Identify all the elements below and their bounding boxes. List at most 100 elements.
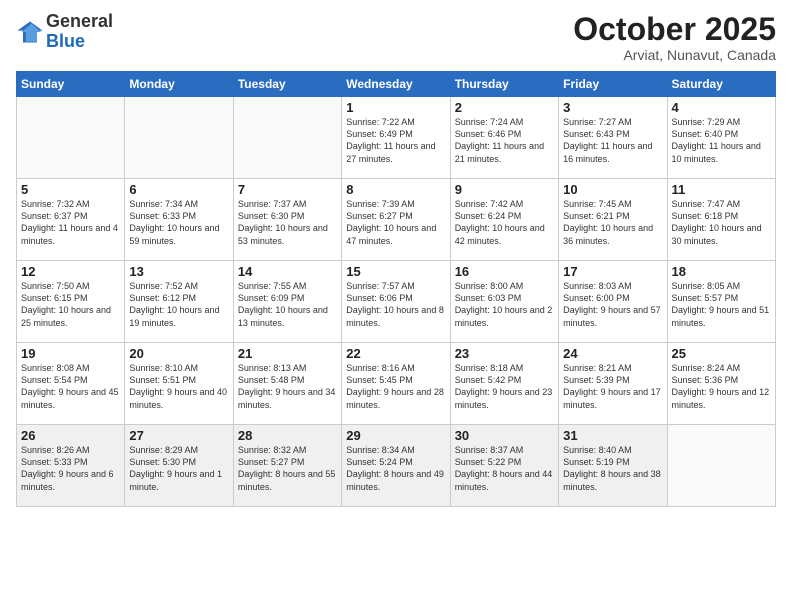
- day-number: 22: [346, 346, 445, 361]
- day-info: Sunrise: 8:10 AM Sunset: 5:51 PM Dayligh…: [129, 362, 228, 411]
- table-row: [233, 97, 341, 179]
- day-number: 18: [672, 264, 771, 279]
- table-row: 26Sunrise: 8:26 AM Sunset: 5:33 PM Dayli…: [17, 425, 125, 507]
- day-info: Sunrise: 8:18 AM Sunset: 5:42 PM Dayligh…: [455, 362, 554, 411]
- day-info: Sunrise: 7:47 AM Sunset: 6:18 PM Dayligh…: [672, 198, 771, 247]
- calendar-week-1: 1Sunrise: 7:22 AM Sunset: 6:49 PM Daylig…: [17, 97, 776, 179]
- day-number: 26: [21, 428, 120, 443]
- day-info: Sunrise: 8:24 AM Sunset: 5:36 PM Dayligh…: [672, 362, 771, 411]
- day-number: 20: [129, 346, 228, 361]
- day-number: 10: [563, 182, 662, 197]
- logo: General Blue: [16, 12, 113, 52]
- table-row: 28Sunrise: 8:32 AM Sunset: 5:27 PM Dayli…: [233, 425, 341, 507]
- day-number: 29: [346, 428, 445, 443]
- day-number: 23: [455, 346, 554, 361]
- month-title: October 2025: [573, 12, 776, 47]
- day-info: Sunrise: 8:40 AM Sunset: 5:19 PM Dayligh…: [563, 444, 662, 493]
- day-info: Sunrise: 8:08 AM Sunset: 5:54 PM Dayligh…: [21, 362, 120, 411]
- table-row: [125, 97, 233, 179]
- day-number: 4: [672, 100, 771, 115]
- day-number: 1: [346, 100, 445, 115]
- day-info: Sunrise: 8:29 AM Sunset: 5:30 PM Dayligh…: [129, 444, 228, 493]
- logo-general-text: General: [46, 12, 113, 32]
- table-row: 15Sunrise: 7:57 AM Sunset: 6:06 PM Dayli…: [342, 261, 450, 343]
- table-row: 24Sunrise: 8:21 AM Sunset: 5:39 PM Dayli…: [559, 343, 667, 425]
- day-info: Sunrise: 8:05 AM Sunset: 5:57 PM Dayligh…: [672, 280, 771, 329]
- table-row: 25Sunrise: 8:24 AM Sunset: 5:36 PM Dayli…: [667, 343, 775, 425]
- col-tuesday: Tuesday: [233, 72, 341, 97]
- day-info: Sunrise: 8:21 AM Sunset: 5:39 PM Dayligh…: [563, 362, 662, 411]
- day-info: Sunrise: 7:57 AM Sunset: 6:06 PM Dayligh…: [346, 280, 445, 329]
- calendar-week-3: 12Sunrise: 7:50 AM Sunset: 6:15 PM Dayli…: [17, 261, 776, 343]
- col-saturday: Saturday: [667, 72, 775, 97]
- table-row: 11Sunrise: 7:47 AM Sunset: 6:18 PM Dayli…: [667, 179, 775, 261]
- table-row: 19Sunrise: 8:08 AM Sunset: 5:54 PM Dayli…: [17, 343, 125, 425]
- day-number: 24: [563, 346, 662, 361]
- table-row: 2Sunrise: 7:24 AM Sunset: 6:46 PM Daylig…: [450, 97, 558, 179]
- day-info: Sunrise: 7:39 AM Sunset: 6:27 PM Dayligh…: [346, 198, 445, 247]
- table-row: 13Sunrise: 7:52 AM Sunset: 6:12 PM Dayli…: [125, 261, 233, 343]
- day-info: Sunrise: 7:27 AM Sunset: 6:43 PM Dayligh…: [563, 116, 662, 165]
- day-info: Sunrise: 7:32 AM Sunset: 6:37 PM Dayligh…: [21, 198, 120, 247]
- table-row: 5Sunrise: 7:32 AM Sunset: 6:37 PM Daylig…: [17, 179, 125, 261]
- table-row: 3Sunrise: 7:27 AM Sunset: 6:43 PM Daylig…: [559, 97, 667, 179]
- day-info: Sunrise: 7:42 AM Sunset: 6:24 PM Dayligh…: [455, 198, 554, 247]
- day-info: Sunrise: 7:37 AM Sunset: 6:30 PM Dayligh…: [238, 198, 337, 247]
- day-number: 14: [238, 264, 337, 279]
- day-number: 30: [455, 428, 554, 443]
- day-number: 5: [21, 182, 120, 197]
- day-number: 16: [455, 264, 554, 279]
- table-row: 7Sunrise: 7:37 AM Sunset: 6:30 PM Daylig…: [233, 179, 341, 261]
- table-row: 10Sunrise: 7:45 AM Sunset: 6:21 PM Dayli…: [559, 179, 667, 261]
- day-info: Sunrise: 8:32 AM Sunset: 5:27 PM Dayligh…: [238, 444, 337, 493]
- col-wednesday: Wednesday: [342, 72, 450, 97]
- table-row: 4Sunrise: 7:29 AM Sunset: 6:40 PM Daylig…: [667, 97, 775, 179]
- calendar-week-4: 19Sunrise: 8:08 AM Sunset: 5:54 PM Dayli…: [17, 343, 776, 425]
- table-row: 1Sunrise: 7:22 AM Sunset: 6:49 PM Daylig…: [342, 97, 450, 179]
- calendar-week-2: 5Sunrise: 7:32 AM Sunset: 6:37 PM Daylig…: [17, 179, 776, 261]
- day-info: Sunrise: 8:13 AM Sunset: 5:48 PM Dayligh…: [238, 362, 337, 411]
- day-info: Sunrise: 7:52 AM Sunset: 6:12 PM Dayligh…: [129, 280, 228, 329]
- day-number: 7: [238, 182, 337, 197]
- day-number: 21: [238, 346, 337, 361]
- title-block: October 2025 Arviat, Nunavut, Canada: [573, 12, 776, 63]
- day-info: Sunrise: 7:34 AM Sunset: 6:33 PM Dayligh…: [129, 198, 228, 247]
- table-row: 6Sunrise: 7:34 AM Sunset: 6:33 PM Daylig…: [125, 179, 233, 261]
- day-number: 31: [563, 428, 662, 443]
- day-number: 11: [672, 182, 771, 197]
- day-info: Sunrise: 8:37 AM Sunset: 5:22 PM Dayligh…: [455, 444, 554, 493]
- logo-blue-text: Blue: [46, 32, 113, 52]
- col-monday: Monday: [125, 72, 233, 97]
- table-row: 27Sunrise: 8:29 AM Sunset: 5:30 PM Dayli…: [125, 425, 233, 507]
- logo-icon: [16, 18, 44, 46]
- day-info: Sunrise: 7:55 AM Sunset: 6:09 PM Dayligh…: [238, 280, 337, 329]
- day-info: Sunrise: 7:24 AM Sunset: 6:46 PM Dayligh…: [455, 116, 554, 165]
- table-row: [667, 425, 775, 507]
- day-number: 25: [672, 346, 771, 361]
- day-number: 9: [455, 182, 554, 197]
- table-row: 14Sunrise: 7:55 AM Sunset: 6:09 PM Dayli…: [233, 261, 341, 343]
- day-info: Sunrise: 7:22 AM Sunset: 6:49 PM Dayligh…: [346, 116, 445, 165]
- calendar-week-5: 26Sunrise: 8:26 AM Sunset: 5:33 PM Dayli…: [17, 425, 776, 507]
- day-number: 28: [238, 428, 337, 443]
- col-thursday: Thursday: [450, 72, 558, 97]
- table-row: 18Sunrise: 8:05 AM Sunset: 5:57 PM Dayli…: [667, 261, 775, 343]
- table-row: 30Sunrise: 8:37 AM Sunset: 5:22 PM Dayli…: [450, 425, 558, 507]
- day-number: 6: [129, 182, 228, 197]
- table-row: [17, 97, 125, 179]
- header: General Blue October 2025 Arviat, Nunavu…: [16, 12, 776, 63]
- logo-text: General Blue: [46, 12, 113, 52]
- table-row: 16Sunrise: 8:00 AM Sunset: 6:03 PM Dayli…: [450, 261, 558, 343]
- table-row: 29Sunrise: 8:34 AM Sunset: 5:24 PM Dayli…: [342, 425, 450, 507]
- col-sunday: Sunday: [17, 72, 125, 97]
- day-info: Sunrise: 7:50 AM Sunset: 6:15 PM Dayligh…: [21, 280, 120, 329]
- day-number: 15: [346, 264, 445, 279]
- day-info: Sunrise: 8:00 AM Sunset: 6:03 PM Dayligh…: [455, 280, 554, 329]
- table-row: 21Sunrise: 8:13 AM Sunset: 5:48 PM Dayli…: [233, 343, 341, 425]
- day-number: 3: [563, 100, 662, 115]
- day-number: 12: [21, 264, 120, 279]
- day-info: Sunrise: 8:34 AM Sunset: 5:24 PM Dayligh…: [346, 444, 445, 493]
- calendar-table: Sunday Monday Tuesday Wednesday Thursday…: [16, 71, 776, 507]
- table-row: 23Sunrise: 8:18 AM Sunset: 5:42 PM Dayli…: [450, 343, 558, 425]
- table-row: 8Sunrise: 7:39 AM Sunset: 6:27 PM Daylig…: [342, 179, 450, 261]
